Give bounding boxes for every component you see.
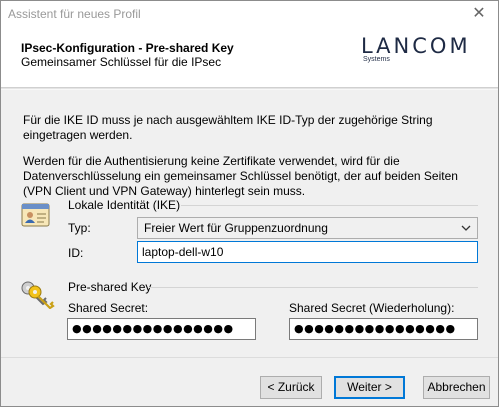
header-separator [1, 88, 498, 90]
identity-group-label: Lokale Identität (IKE) [68, 198, 181, 212]
psk-group-label: Pre-shared Key [68, 280, 152, 294]
id-label: ID: [68, 246, 84, 260]
keys-icon [19, 279, 55, 312]
wizard-window: Assistent für neues Profil ✕ IPsec-Konfi… [0, 0, 499, 407]
shared-secret-label: Shared Secret: [68, 301, 149, 315]
wizard-header: IPsec-Konfiguration - Pre-shared Key Gem… [1, 28, 498, 88]
id-input[interactable]: laptop-dell-w10 [137, 241, 478, 263]
lancom-logo: LANCOM Systems [361, 34, 471, 63]
info-paragraph-psk: Werden für die Authentisierung keine Zer… [23, 154, 458, 198]
shared-secret-repeat-label: Shared Secret (Wiederholung): [289, 301, 455, 315]
next-button[interactable]: Weiter > [334, 376, 405, 399]
identity-group-line [181, 205, 478, 206]
footer-separator [1, 357, 498, 358]
cancel-button[interactable]: Abbrechen [423, 376, 490, 399]
shared-secret-repeat-input[interactable]: ●●●●●●●●●●●●●●●● [289, 318, 478, 340]
page-title: IPsec-Konfiguration - Pre-shared Key [21, 41, 234, 55]
close-icon[interactable]: ✕ [468, 3, 490, 25]
type-label: Typ: [68, 221, 91, 235]
shared-secret-input[interactable]: ●●●●●●●●●●●●●●●● [67, 318, 256, 340]
page-subtitle: Gemeinsamer Schlüssel für die IPsec [21, 55, 222, 69]
type-select-value: Freier Wert für Gruppenzuordnung [144, 221, 328, 235]
logo-text: LANCOM [361, 34, 471, 58]
chevron-down-icon [460, 220, 472, 239]
psk-group-line [149, 287, 478, 288]
type-select[interactable]: Freier Wert für Gruppenzuordnung [137, 217, 478, 239]
back-button[interactable]: < Zurück [260, 376, 322, 399]
id-card-icon [21, 201, 51, 232]
title-bar: Assistent für neues Profil ✕ [1, 1, 498, 28]
info-paragraph-ike: Für die IKE ID muss je nach ausgewähltem… [23, 113, 433, 142]
window-title: Assistent für neues Profil [8, 7, 141, 21]
